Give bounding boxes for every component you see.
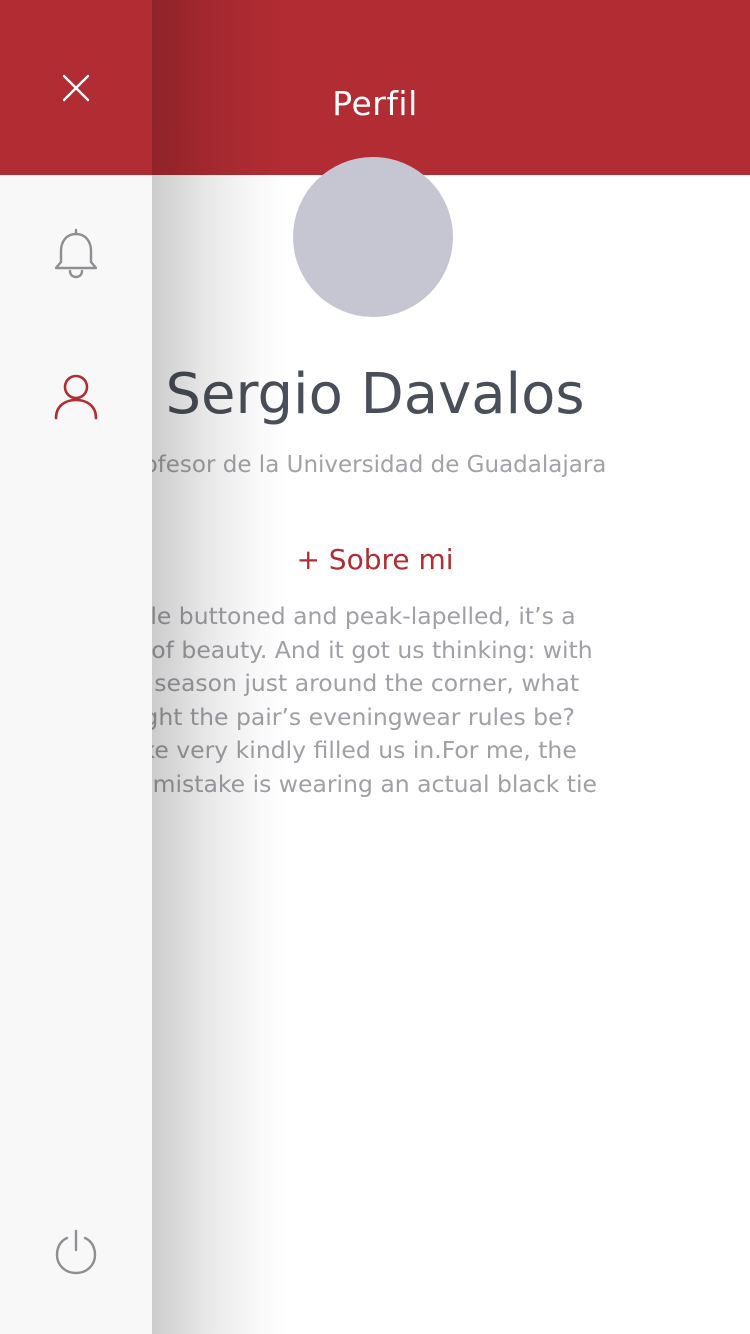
profile-screen: Perfil Sergio Davalos ofesor de la Unive… <box>0 0 750 1334</box>
about-text-line: ingle buttoned and peak-lapelled, it’s a <box>114 602 576 630</box>
about-text: ingle buttoned and peak-lapelled, it’s a… <box>114 600 646 802</box>
avatar[interactable] <box>293 157 453 317</box>
side-drawer <box>0 0 152 1334</box>
about-text-line: ng of beauty. And it got us thinking: wi… <box>114 635 593 664</box>
close-icon[interactable] <box>58 70 94 106</box>
about-text-line: rst mistake is wearing an actual black t… <box>114 769 598 798</box>
user-icon[interactable] <box>52 372 100 422</box>
power-icon[interactable] <box>53 1228 99 1276</box>
about-text-line: might the pair’s eveningwear rules be? <box>114 702 576 731</box>
drawer-header <box>0 0 152 175</box>
bell-icon[interactable] <box>51 226 101 280</box>
about-text-line: rty season just around the corner, what <box>114 669 580 698</box>
about-text-line: Luke very kindly filled us in.For me, th… <box>114 736 577 765</box>
